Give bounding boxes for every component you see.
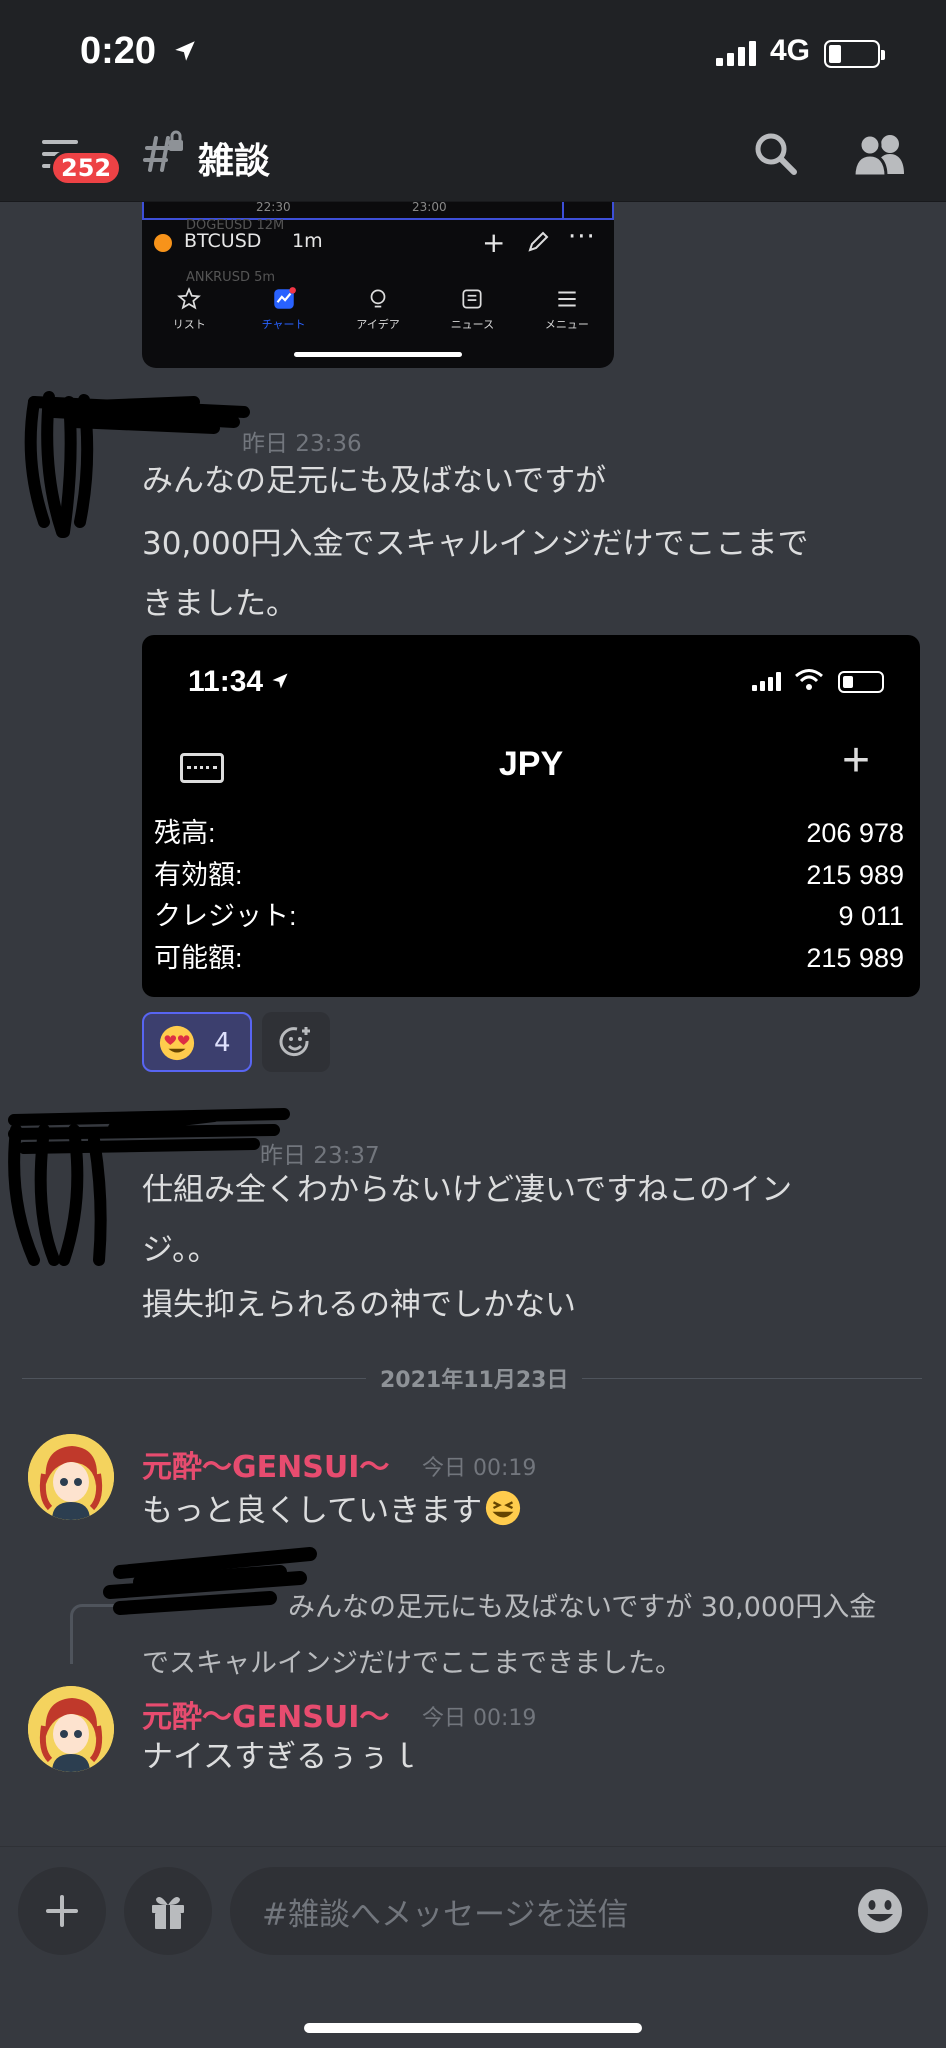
tv-pen-icon [528, 231, 549, 252]
status-bar: 0:20 4G [0, 0, 946, 110]
channel-header: 252 雑談 [0, 110, 946, 202]
tv-symbol-row: BTCUSD 1m + ··· [154, 222, 602, 266]
network-type: 4G [770, 34, 811, 67]
home-indicator [304, 2023, 642, 2033]
attachment-image-balance[interactable]: 11:34 JPY + 残高: 206 978 有効額: 215 989 クレジット… [142, 635, 920, 997]
add-reaction-icon [279, 1027, 310, 1057]
plus-icon [46, 1895, 78, 1927]
tv-symbol: BTCUSD [184, 230, 262, 252]
reaction-count: 4 [214, 1028, 231, 1058]
balance-table: 残高: 206 978 有効額: 215 989 クレジット: 9 011 可能額: 2… [154, 813, 904, 979]
tv-bottom-nav: リスト チャート アイデア ニュース メニュー [142, 280, 614, 340]
attachment-image-tradingview[interactable]: 22:30 23:00 DOGEUSD 12M BTCUSD 1m + ··· … [142, 202, 614, 368]
gift-button[interactable] [124, 1867, 212, 1955]
username[interactable]: 元酔〜GENSUI〜 [142, 1442, 389, 1486]
balance-value: 215 989 [806, 942, 904, 973]
tv-nav-item: リスト [142, 280, 236, 340]
battery-icon [824, 40, 885, 68]
anime-avatar-icon [28, 1434, 114, 1520]
reaction-heart-eyes[interactable]: 4 [142, 1012, 252, 1072]
balance-label: 可能額: [154, 942, 243, 973]
laughing-emoji-icon [485, 1490, 521, 1526]
add-reaction-button[interactable] [262, 1012, 330, 1072]
location-arrow-icon [175, 41, 195, 61]
tv-nav-label: リスト [172, 318, 206, 331]
tv-nav-label: メニュー [544, 318, 589, 331]
tv-time-label: 22:30 [256, 202, 291, 214]
location-arrow-icon [272, 673, 288, 689]
balance-row: 可能額: 215 989 [154, 938, 904, 980]
reply-preview[interactable]: みんなの足元にも及ばないですが 30,000円入金でスキャルインジだけでここまで… [142, 1580, 902, 1692]
balance-label: 残高: [154, 818, 216, 848]
message-list[interactable]: 22:30 23:00 DOGEUSD 12M BTCUSD 1m + ··· … [0, 202, 946, 1846]
tv-interval: 1m [292, 230, 323, 252]
channel-title: 雑談 [198, 141, 271, 182]
tv-plus-icon: + [482, 226, 506, 259]
battery-icon [838, 671, 884, 693]
message-input-placeholder: #雑談へメッセージを送信 [262, 1897, 629, 1933]
tv-nav-label: チャート [261, 318, 306, 331]
message-text: 30,000円入金でスキャルインジだけでここまで きました。 [142, 526, 809, 622]
message-text: ナイスすぎるぅぅｌ [142, 1739, 421, 1775]
jpy-status-time: 11:34 [188, 665, 264, 698]
tv-nav-item: ニュース [425, 280, 519, 340]
tv-time-label: 23:00 [412, 202, 447, 214]
tv-nav-label: ニュース [450, 318, 495, 331]
tv-nav-label: アイデア [356, 318, 400, 331]
bitcoin-icon [154, 234, 172, 252]
status-time: 0:20 [80, 30, 157, 72]
message-input[interactable]: #雑談へメッセージを送信 [230, 1867, 928, 1955]
unread-badge: 252 [50, 150, 123, 186]
balance-row: 有効額: 215 989 [154, 855, 904, 897]
locked-channel-hash-icon [143, 130, 183, 172]
members-icon[interactable] [852, 132, 908, 176]
balance-value: 9 011 [838, 901, 904, 931]
news-icon [462, 289, 482, 309]
balance-row: 残高: 206 978 [154, 813, 904, 855]
user-avatar[interactable] [28, 1434, 114, 1520]
plus-icon: + [842, 734, 871, 787]
jpy-currency-title: JPY [498, 745, 564, 783]
star-icon [177, 287, 202, 310]
cellular-signal-icon [752, 671, 781, 691]
message-text-content: もっと良くしていきます [142, 1493, 483, 1529]
heart-eyes-emoji-icon [159, 1025, 195, 1061]
message-timestamp: 今日 00:19 [422, 1456, 537, 1481]
balance-value: 215 989 [806, 859, 904, 890]
message-text: 仕組み全くわからないけど凄いですねこのイン ジ。。 [142, 1172, 793, 1268]
anime-avatar-icon [28, 1686, 114, 1772]
tv-nav-item: アイデア [331, 280, 425, 340]
balance-value: 206 978 [806, 818, 904, 848]
cellular-signal-icon [716, 40, 756, 66]
date-divider-label: 2021年11月23日 [366, 1362, 583, 1394]
hamburger-icon [558, 291, 576, 307]
tv-nav-item: メニュー [520, 280, 614, 340]
tv-more-icon: ··· [568, 222, 596, 252]
gift-icon [152, 1897, 184, 1929]
message-text: もっと良くしていきます [142, 1482, 522, 1540]
tv-home-indicator [294, 352, 462, 357]
tv-nav-item: チャート [236, 280, 330, 340]
user-avatar[interactable] [28, 1686, 114, 1772]
attach-button[interactable] [18, 1867, 106, 1955]
search-icon[interactable] [752, 130, 800, 178]
balance-label: クレジット: [154, 901, 297, 931]
chart-icon [273, 287, 296, 309]
wifi-icon [795, 669, 823, 690]
emoji-picker-icon[interactable] [856, 1887, 904, 1935]
message-text: 損失抑えられるの神でしかない [142, 1287, 576, 1323]
message-composer: #雑談へメッセージを送信 [0, 1846, 946, 2048]
lightbulb-icon [370, 289, 386, 308]
message-text: みんなの足元にも及ばないですが [142, 463, 607, 499]
balance-row: クレジット: 9 011 [154, 896, 904, 938]
balance-label: 有効額: [154, 859, 243, 890]
